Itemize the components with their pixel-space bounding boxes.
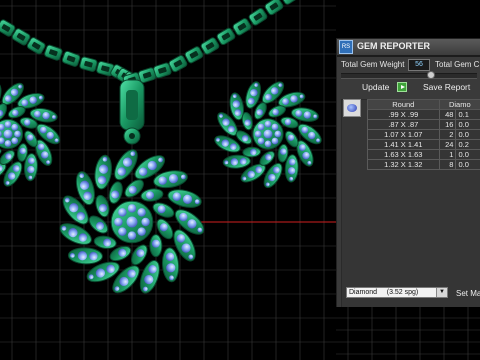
gem-size: .99 X .99 (367, 109, 440, 120)
panel-title-bar[interactable]: RS GEM REPORTER (337, 39, 480, 55)
table-row[interactable]: 1.07 X 1.07 2 0.0 (367, 129, 480, 140)
material-select-value: Diamond (3.52 spg) (349, 289, 419, 296)
main-pendant (59, 149, 205, 294)
gem-table: Round Diamo .99 X .99 48 0.1 .87 X .87 1… (367, 99, 480, 170)
gem-size: 1.41 X 1.41 (367, 139, 440, 150)
gem-size: 1.32 X 1.32 (367, 159, 440, 170)
total-count-label: Total Gem C (435, 60, 480, 69)
gem-reporter-panel: RS GEM REPORTER Total Gem Weight 56 Tota… (336, 38, 480, 307)
gem-count: 48 (438, 109, 457, 120)
column-header-round[interactable]: Round (367, 99, 440, 110)
chevron-down-icon[interactable]: ▼ (436, 288, 447, 297)
gem-icon[interactable] (343, 99, 361, 117)
gem-weight: 0.0 (455, 159, 480, 170)
gem-weight: 0.0 (455, 119, 480, 130)
play-icon[interactable] (397, 82, 407, 92)
table-row[interactable]: 1.32 X 1.32 8 0.0 (367, 159, 480, 170)
gem-weight: 0.2 (455, 139, 480, 150)
table-row[interactable]: 1.41 X 1.41 24 0.2 (367, 139, 480, 150)
gem-count: 16 (438, 119, 457, 130)
panel-title: GEM REPORTER (357, 41, 431, 51)
gem-weight: 0.0 (455, 149, 480, 160)
splitter-track[interactable] (341, 73, 477, 79)
save-report-button[interactable]: Save Report (423, 82, 470, 92)
set-material-button[interactable]: Set Ma (456, 289, 480, 298)
update-button[interactable]: Update (362, 82, 389, 92)
pendant-bail (119, 79, 145, 145)
gem-size: 1.07 X 1.07 (367, 129, 440, 140)
total-weight-field[interactable]: 56 (408, 59, 430, 71)
gem-weight: 0.0 (455, 129, 480, 140)
left-earring (0, 82, 61, 187)
title-divider (337, 55, 480, 57)
gem-count: 2 (438, 129, 457, 140)
chain (0, 0, 300, 89)
gem-count: 1 (438, 149, 457, 160)
rhino-logo-icon: RS (339, 40, 353, 54)
gem-size: .87 X .87 (367, 119, 440, 130)
right-earring (214, 81, 322, 189)
gem-count: 24 (438, 139, 457, 150)
table-row[interactable]: .87 X .87 16 0.0 (367, 119, 480, 130)
table-row[interactable]: 1.63 X 1.63 1 0.0 (367, 149, 480, 160)
splitter-handle[interactable] (427, 71, 435, 79)
table-row[interactable]: .99 X .99 48 0.1 (367, 109, 480, 120)
gem-size: 1.63 X 1.63 (367, 149, 440, 160)
column-header-diamond[interactable]: Diamo (438, 99, 480, 110)
gem-weight: 0.1 (455, 109, 480, 120)
total-weight-label: Total Gem Weight (341, 60, 405, 69)
gem-count: 8 (438, 159, 457, 170)
material-select[interactable]: Diamond (3.52 spg) ▼ (346, 287, 448, 298)
